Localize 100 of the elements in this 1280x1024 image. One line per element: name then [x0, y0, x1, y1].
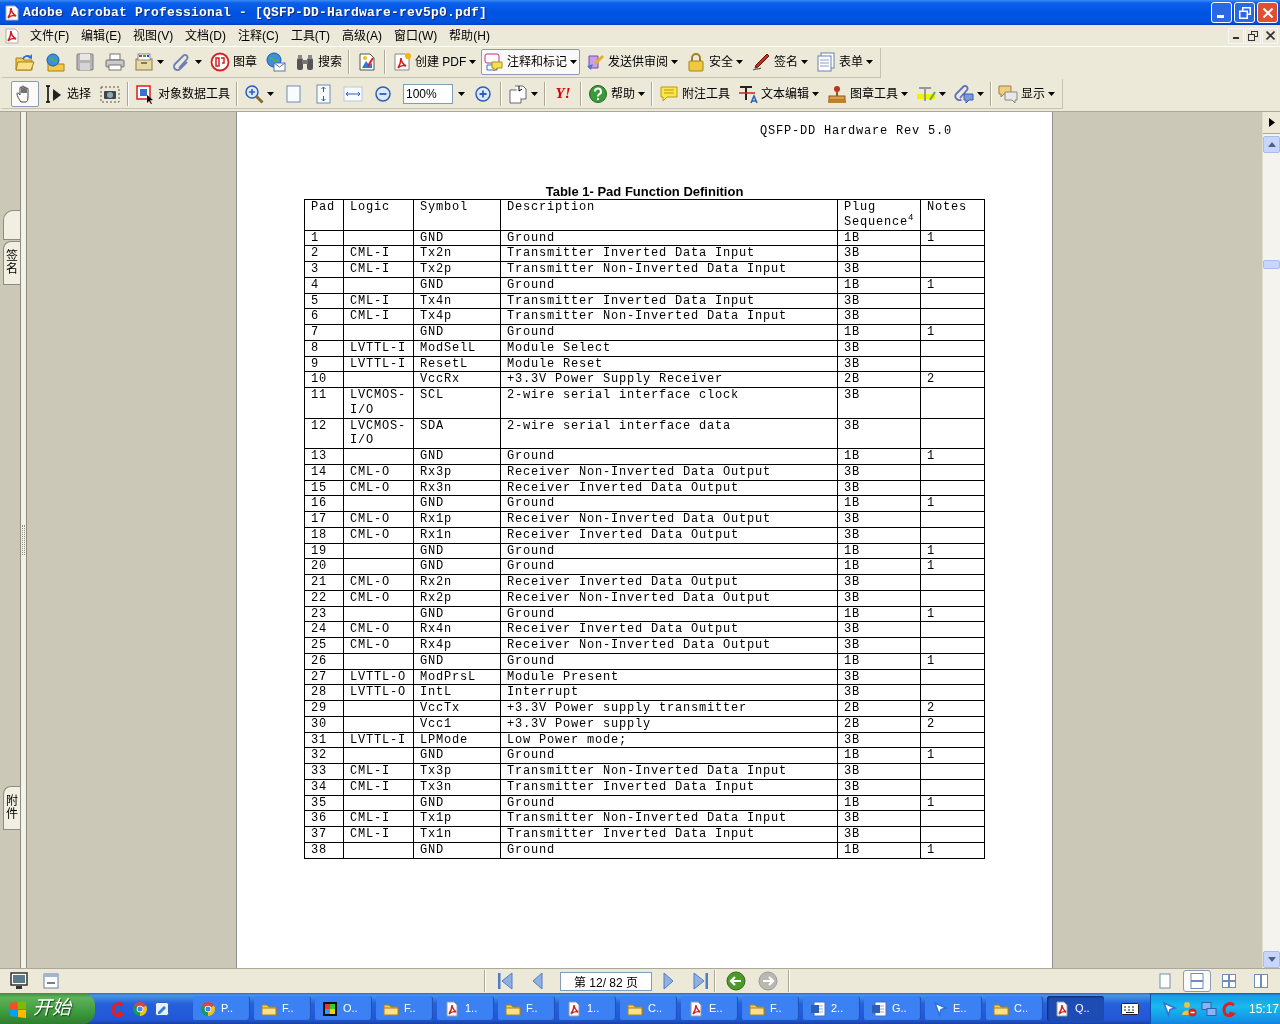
note-tool-button[interactable]: 附注工具 [656, 80, 733, 107]
table-cell: CML-O [343, 527, 414, 543]
table-cell: 31 [304, 732, 344, 748]
table-cell: GND [413, 842, 501, 858]
taskbar-button[interactable]: E.. [681, 996, 738, 1021]
table-cell: 2B [837, 371, 921, 388]
arrow-cursor-icon[interactable] [1161, 1000, 1177, 1017]
table-cell: Receiver Non-Inverted Data Output [500, 637, 838, 654]
network-computers-icon[interactable] [1201, 1000, 1217, 1017]
create-pdf-button[interactable]: 创建 PDF [389, 49, 480, 75]
show-button[interactable]: 显示 [995, 80, 1058, 107]
menu-item[interactable]: 帮助(H) [443, 26, 496, 45]
pages-arrow-icon [508, 83, 528, 104]
last-page-button[interactable] [690, 971, 710, 991]
document-close-button[interactable] [1262, 27, 1278, 44]
table-cell: Ground [500, 495, 838, 512]
document-restore-button[interactable] [1245, 27, 1261, 44]
table-cell: 36 [304, 810, 344, 827]
swirl-icon [110, 1000, 126, 1017]
taskbar-button[interactable]: F.. [254, 996, 311, 1021]
table-cell: Transmitter Non-Inverted Data Input [500, 763, 838, 780]
menu-item[interactable]: 窗口(W) [388, 26, 444, 45]
lined-document-icon [810, 1000, 826, 1017]
taskbar-button[interactable]: F.. [376, 996, 433, 1021]
stamp-button[interactable]: 图章 [207, 49, 260, 75]
vertical-scrollbar[interactable] [1262, 112, 1280, 968]
hand-tool-button[interactable] [11, 80, 39, 107]
table-cell: 30 [304, 716, 344, 732]
taskbar-button[interactable]: F.. [498, 996, 555, 1021]
table-cell: +3.3V Power supply [500, 716, 838, 732]
table-cell: Transmitter Inverted Data Input [500, 779, 838, 795]
scroll-up-button[interactable] [1263, 136, 1280, 153]
taskbar-button[interactable]: O.. [315, 996, 372, 1021]
comment-button[interactable]: 注释和标记 [481, 49, 581, 75]
user-alert-icon[interactable] [1181, 1000, 1197, 1017]
menu-item[interactable]: 工具(T) [284, 26, 336, 45]
triangle-right-icon [1268, 118, 1275, 127]
forms-button[interactable]: 表单 [813, 49, 877, 75]
select-button[interactable]: 选择 [41, 80, 94, 107]
review-button[interactable]: 发送供审阅 [582, 49, 682, 75]
help-button[interactable]: 帮助 [585, 80, 648, 107]
taskbar-button[interactable]: 1.. [559, 996, 616, 1021]
taskbar-button[interactable]: Q.. [1047, 996, 1104, 1021]
side-tab[interactable]: 签名 [3, 241, 20, 286]
continuous-button[interactable] [1183, 970, 1211, 992]
quick-launch-button[interactable] [132, 1000, 148, 1017]
sign-button[interactable]: 签名 [748, 49, 812, 75]
swirl-icon[interactable] [1221, 1000, 1237, 1017]
taskbar-button[interactable]: C.. [620, 996, 677, 1021]
taskbar-button[interactable]: G.. [864, 996, 921, 1021]
table-cell: Ground [500, 448, 838, 465]
security-button[interactable]: 安全 [683, 49, 747, 75]
table-cell: Vcc1 [413, 716, 501, 732]
display-button[interactable] [9, 971, 29, 991]
table-cell: 26 [304, 653, 344, 669]
taskbar-button[interactable]: 2.. [803, 996, 860, 1021]
text-edit-button[interactable]: 文本编辑 [735, 80, 822, 107]
back-button[interactable] [726, 971, 746, 991]
table-cell: ResetL [413, 356, 501, 372]
quick-launch-button[interactable] [154, 1000, 170, 1017]
close-button[interactable] [1257, 2, 1278, 23]
menu-item[interactable]: 视图(V) [127, 26, 180, 45]
menu-item[interactable]: 文档(D) [179, 26, 232, 45]
scrollbar-thumb[interactable] [1263, 260, 1280, 269]
table-cell: 1 [920, 324, 985, 341]
menu-item[interactable]: 文件(F) [24, 26, 76, 45]
taskbar-button[interactable]: P.. [193, 996, 250, 1021]
taskbar-button[interactable]: E.. [925, 996, 982, 1021]
keyboard-icon [1121, 1002, 1139, 1015]
table-cell: CML-I [343, 763, 414, 780]
fit-width-icon [343, 83, 363, 104]
restore-button[interactable] [1234, 2, 1255, 23]
menu-item[interactable]: 高级(A) [336, 26, 388, 45]
table-cell: 12 [304, 418, 344, 449]
stamp-tool-button[interactable]: 图章工具 [824, 80, 911, 107]
table-cell: Ground [500, 558, 838, 575]
menu-item[interactable]: 注释(C) [232, 26, 285, 45]
page-number-field[interactable]: 第 12/ 82 页 [560, 971, 652, 991]
table-cell: CML-I [343, 779, 414, 795]
object-data-button[interactable]: 对象数据工具 [132, 80, 233, 107]
minimize-button[interactable] [1211, 2, 1232, 23]
taskbar-button[interactable]: 1.. [437, 996, 494, 1021]
taskbar-button[interactable]: C.. [986, 996, 1043, 1021]
table-cell: Tx1n [413, 826, 501, 843]
table-cell: SCL [413, 387, 501, 418]
side-tab[interactable] [3, 210, 20, 240]
zoom-field[interactable]: 100% [403, 83, 453, 104]
logo-button[interactable]: Y! [549, 80, 577, 107]
side-tab[interactable]: 附件 [3, 785, 20, 830]
table-cell: 11 [304, 387, 344, 418]
document-swoosh-icon [566, 1000, 582, 1017]
document-minimize-button[interactable] [1228, 27, 1244, 44]
panel-toggle-button[interactable] [1263, 112, 1280, 134]
window-button[interactable] [41, 971, 61, 991]
scroll-down-button[interactable] [1263, 951, 1280, 968]
menu-item[interactable]: 编辑(E) [75, 26, 128, 45]
taskbar-button[interactable]: F.. [742, 996, 799, 1021]
search-button[interactable]: 搜索 [292, 49, 345, 75]
table-cell: 10 [304, 371, 344, 388]
first-page-button[interactable] [496, 971, 516, 991]
